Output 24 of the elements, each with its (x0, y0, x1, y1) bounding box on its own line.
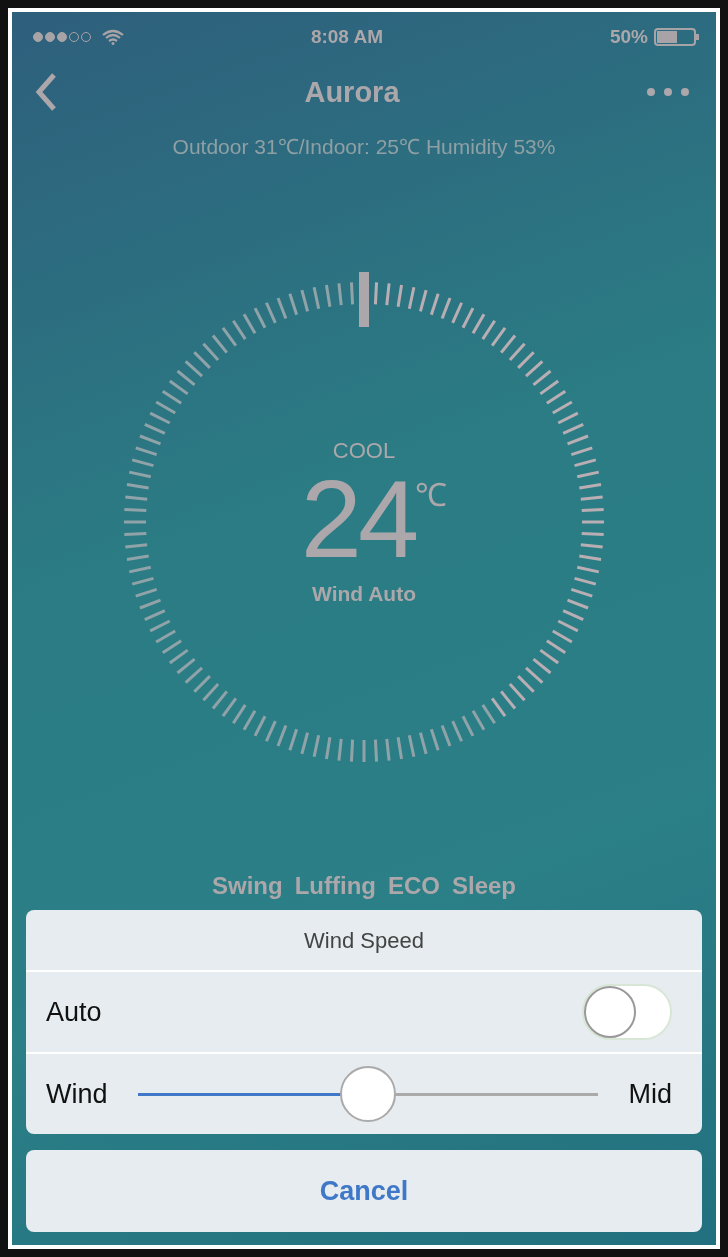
function-label[interactable]: ECO (387, 872, 440, 900)
wifi-icon (102, 29, 124, 45)
status-time: 8:08 AM (309, 26, 385, 48)
auto-toggle[interactable] (582, 984, 672, 1040)
battery-icon (654, 28, 700, 46)
back-icon[interactable] (34, 72, 58, 112)
wind-mode-label: Wind Auto (312, 582, 416, 606)
wind-slider[interactable] (137, 1066, 599, 1122)
sheet-title: Wind Speed (26, 910, 702, 972)
function-label[interactable]: Sleep (451, 872, 516, 900)
more-icon[interactable] (646, 87, 690, 97)
cancel-button[interactable]: Cancel (26, 1150, 702, 1232)
battery-percent: 50% (609, 26, 648, 48)
auto-label: Auto (46, 996, 103, 1028)
temperature-unit: ℃ (415, 476, 448, 513)
slider-thumb[interactable] (340, 1066, 396, 1122)
function-label[interactable]: Luffing (294, 872, 376, 900)
climate-readout: Outdoor 31℃/Indoor: 25℃ Humidity 53% (172, 134, 556, 160)
temperature-value: 24 (300, 464, 416, 574)
wind-label: Wind (46, 1078, 108, 1110)
function-label[interactable]: Swing (212, 872, 283, 900)
device-title: Aurora (304, 75, 400, 109)
wind-speed-reading: Mid (628, 1078, 672, 1110)
mode-label: COOL (332, 438, 396, 464)
